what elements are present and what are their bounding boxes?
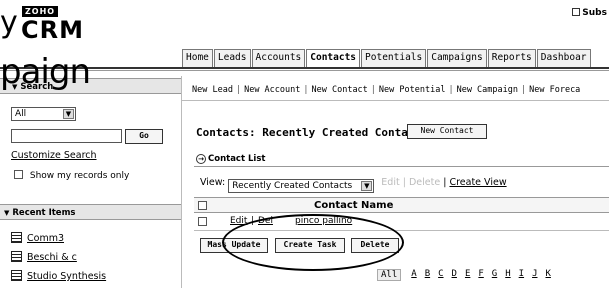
subscribe-icon xyxy=(572,8,581,16)
header-bar: y ZOHO CRM Subs Home Leads Accounts Cont… xyxy=(0,0,609,67)
alpha-filter-letter[interactable]: K xyxy=(545,269,550,281)
tab-underline-secondary xyxy=(0,70,609,71)
new-forecast-link[interactable]: New Foreca xyxy=(529,85,580,95)
subscribe-label: Subs xyxy=(582,8,607,18)
contact-list-label: Contact List xyxy=(208,154,266,164)
tab-dashboards[interactable]: Dashboar xyxy=(536,49,591,67)
alpha-filter-letter[interactable]: H xyxy=(505,269,510,281)
tab-campaigns[interactable]: Campaigns xyxy=(427,49,487,67)
show-my-records-checkbox[interactable] xyxy=(14,170,23,179)
new-potential-link[interactable]: New Potential xyxy=(379,85,446,95)
go-button[interactable]: Go xyxy=(125,129,163,144)
edit-view-link[interactable]: Edit xyxy=(381,177,399,188)
show-my-records-label: Show my records only xyxy=(29,171,130,181)
recent-item[interactable]: Comm3 xyxy=(11,232,64,244)
show-my-records-row: Show my records only xyxy=(14,170,129,181)
alpha-filter-letter[interactable]: G xyxy=(492,269,497,281)
chevron-down-icon: ▼ xyxy=(63,109,74,119)
search-scope-value: All xyxy=(15,109,27,119)
view-select-value: Recently Created Contacts xyxy=(232,181,353,191)
tab-leads[interactable]: Leads xyxy=(213,49,251,67)
recent-item[interactable]: Beschi & c xyxy=(11,251,77,263)
alpha-filter-letter[interactable]: B xyxy=(425,269,430,281)
recent-items-label: Recent Items xyxy=(12,208,76,218)
logo-overlay-text: y xyxy=(0,5,18,40)
separator: | xyxy=(370,85,376,95)
select-all-checkbox[interactable] xyxy=(198,201,207,210)
crm-logo[interactable]: CRM xyxy=(21,16,84,44)
account-icon xyxy=(11,270,22,281)
alpha-filter-all[interactable]: All xyxy=(377,269,402,281)
quick-create-links: New Lead | New Account | New Contact | New Pot… xyxy=(192,85,580,95)
tab-underline xyxy=(0,67,609,69)
new-contact-button[interactable]: New Contact xyxy=(407,124,487,139)
new-account-link[interactable]: New Account xyxy=(244,85,300,95)
search-input[interactable] xyxy=(11,129,122,143)
new-campaign-link[interactable]: New Campaign xyxy=(457,85,518,95)
recent-item-label: Studio Synthesis xyxy=(27,271,107,282)
separator: | xyxy=(235,85,242,95)
recent-item[interactable]: Studio Synthesis xyxy=(11,270,106,282)
alpha-filter-letter[interactable]: A xyxy=(411,269,416,281)
customize-search-link[interactable]: Customize Search xyxy=(11,150,97,161)
contact-list-header[interactable]: → Contact List xyxy=(196,154,265,164)
new-contact-link[interactable]: New Contact xyxy=(312,85,368,95)
delete-view-link[interactable]: Delete xyxy=(409,177,440,188)
view-row: View: Recently Created Contacts ▼ Edit |… xyxy=(200,177,507,193)
recent-item-label: Beschi & c xyxy=(27,252,77,263)
alpha-filter-letter[interactable]: F xyxy=(478,269,483,281)
annotation-circle xyxy=(222,214,404,271)
account-icon xyxy=(11,251,22,262)
create-view-link[interactable]: Create View xyxy=(449,177,506,188)
row-checkbox[interactable] xyxy=(198,217,207,226)
tab-potentials[interactable]: Potentials xyxy=(361,49,427,67)
page-title: Contacts: Recently Created Contacts xyxy=(196,126,428,139)
tab-home[interactable]: Home xyxy=(182,49,213,67)
tab-reports[interactable]: Reports xyxy=(487,49,536,67)
alphabet-filter: All A B C D E F G H I J K xyxy=(377,269,559,281)
campaign-icon xyxy=(11,232,22,243)
overlay-text: paign xyxy=(0,52,91,92)
recent-item-label: Comm3 xyxy=(27,233,64,244)
tab-contacts[interactable]: Contacts xyxy=(306,49,361,67)
view-label: View: xyxy=(200,177,226,188)
new-lead-link[interactable]: New Lead xyxy=(192,85,233,95)
separator: | xyxy=(448,85,454,95)
recent-items-header[interactable]: ▼ Recent Items xyxy=(0,204,181,220)
main-tabs: Home Leads Accounts Contacts Potentials … xyxy=(182,49,592,67)
chevron-down-icon: ▼ xyxy=(361,181,373,191)
tab-accounts[interactable]: Accounts xyxy=(251,49,306,67)
expand-arrow-icon: → xyxy=(196,154,206,164)
alpha-filter-letter[interactable]: I xyxy=(519,269,524,281)
subscribe-link[interactable]: Subs xyxy=(572,8,607,18)
collapse-arrow-icon: ▼ xyxy=(4,209,10,217)
separator: | xyxy=(521,85,527,95)
alpha-filter-letter[interactable]: J xyxy=(532,269,537,281)
sidebar: ▼ Search All ▼ Go Customize Search Show m… xyxy=(0,76,181,288)
table-header-row: Contact Name xyxy=(194,197,609,213)
alpha-filter-letter[interactable]: E xyxy=(465,269,470,281)
search-scope-select[interactable]: All ▼ xyxy=(11,107,76,121)
alpha-filter-letter[interactable]: C xyxy=(438,269,443,281)
view-select[interactable]: Recently Created Contacts ▼ xyxy=(228,179,375,193)
separator: | xyxy=(303,85,309,95)
contact-name-column-header[interactable]: Contact Name xyxy=(314,200,393,211)
alpha-filter-letter[interactable]: D xyxy=(452,269,457,281)
divider xyxy=(182,100,609,101)
